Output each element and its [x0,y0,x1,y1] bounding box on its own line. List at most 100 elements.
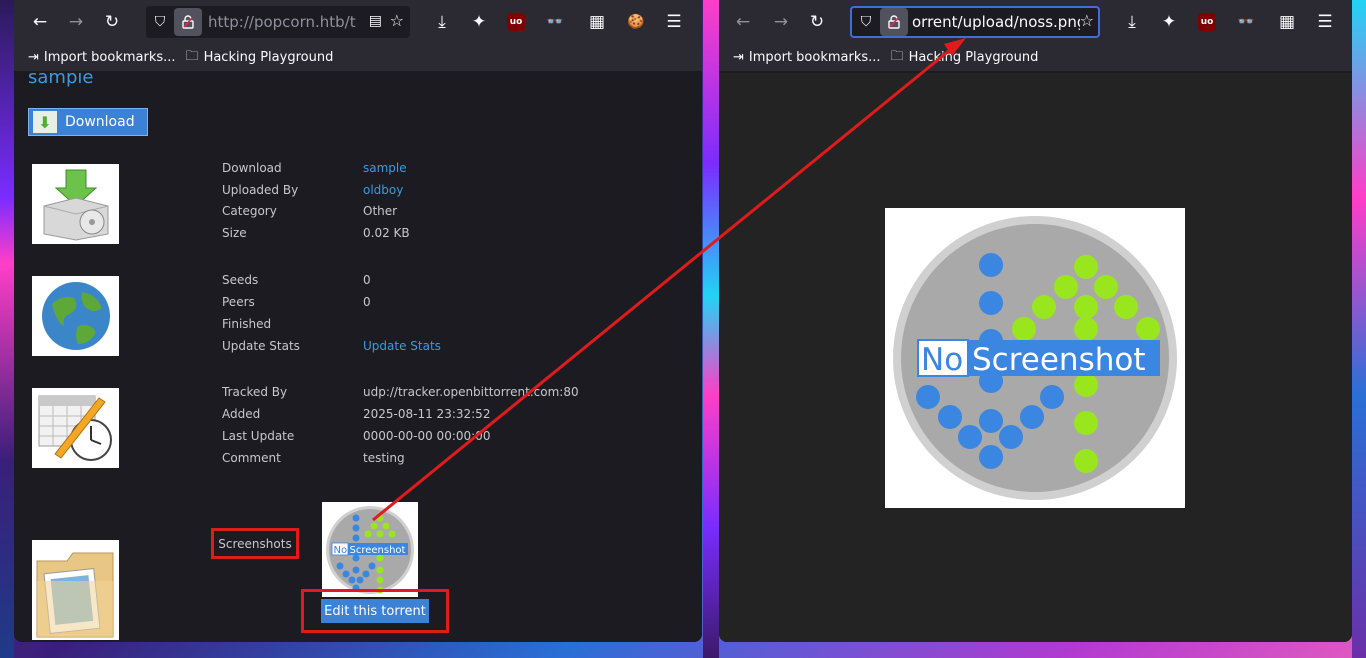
bookmark-label: Hacking Playground [908,50,1039,65]
browser-window-right: ← → ↻ ⛉ orrent/upload/noss.png ☆ ⤓ ✦ uo … [719,0,1352,642]
seeds-value: 0 [363,273,371,287]
download-icon: ⤓ [438,12,446,32]
no-text: No [334,545,348,556]
hamburger-menu-icon: ☰ [666,12,682,32]
extensions-button[interactable]: ✦ [1155,8,1183,36]
arrow-right-icon: → [773,12,789,32]
row-label-comment: Comment [222,451,281,465]
edit-button-highlight: Edit this torrent [301,589,449,633]
bookmark-label: Hacking Playground [203,50,334,65]
row-label-uploaded-by: Uploaded By [222,183,299,197]
forward-button[interactable]: → [767,8,795,36]
qr-code-button[interactable]: ▦ [1273,8,1301,36]
cookie-button[interactable]: 🍪 [622,8,650,36]
size-value: 0.02 KB [363,226,410,240]
bookmark-label: Import bookmarks... [43,50,176,65]
row-label-tracked-by: Tracked By [222,385,288,399]
screenshots-label: Screenshots [218,536,292,551]
row-label-update-stats: Update Stats [222,339,300,353]
download-button-label: Download [65,114,135,130]
puzzle-icon: ✦ [1161,12,1177,32]
bookmark-hacking-playground[interactable]: 🗀 Hacking Playground [186,47,334,69]
ublock-icon: uo [507,13,525,31]
comment-value: testing [363,451,405,465]
menu-button[interactable]: ☰ [1311,8,1339,36]
back-button[interactable]: ← [729,8,757,36]
page-title[interactable]: sample [28,73,93,88]
image-viewer: No Screenshot [719,73,1352,642]
last-update-value: 0000-00-00 00:00:00 [363,429,491,443]
peers-value: 0 [363,295,371,309]
glasses-icon: 👓 [546,14,564,30]
bookmarks-toolbar: ⇥ Import bookmarks... 🗀 Hacking Playgrou… [719,44,1352,72]
reader-view-icon[interactable]: ▤ [369,13,382,29]
reload-icon: ↻ [809,12,825,32]
category-value: Other [363,204,398,218]
qr-code-button[interactable]: ▦ [583,8,611,36]
added-value: 2025-08-11 23:32:52 [363,407,491,421]
downloads-button[interactable]: ⤓ [428,8,456,36]
no-screenshot-image[interactable]: No Screenshot [885,208,1185,508]
shield-icon[interactable]: ⛉ [852,8,880,36]
qr-code-icon: ▦ [1278,12,1296,32]
puzzle-icon: ✦ [471,12,487,32]
lock-icon[interactable] [880,8,908,36]
row-label-last-update: Last Update [222,429,295,443]
screenshot-text: Screenshot [350,545,406,556]
hamburger-menu-icon: ☰ [1317,12,1333,32]
screenshot-text: Screenshot [972,342,1146,378]
url-bar[interactable]: ⛉ http://popcorn.htb/t ▤ ☆ [146,6,410,38]
ublock-button[interactable]: uo [502,8,530,36]
cookie-icon: 🍪 [627,14,645,30]
bookmark-import[interactable]: ⇥ Import bookmarks... [733,50,881,65]
extensions-button[interactable]: ✦ [465,8,493,36]
globe-icon [32,276,119,356]
edit-torrent-button[interactable]: Edit this torrent [321,599,429,623]
url-bar[interactable]: ⛉ orrent/upload/noss.png ☆ [850,6,1100,38]
calendar-clock-icon [32,388,119,468]
toolbar: ← → ↻ ⛉ orrent/upload/noss.png ☆ ⤓ ✦ uo … [719,0,1352,44]
desktop-background-left [0,0,14,658]
url-text[interactable]: orrent/upload/noss.png [912,13,1086,31]
download-arrow-icon: ⬇ [33,111,57,133]
reload-button[interactable]: ↻ [98,8,126,36]
downloads-button[interactable]: ⤓ [1118,8,1146,36]
update-stats-link[interactable]: Update Stats [363,339,441,353]
uploader-link[interactable]: oldboy [363,183,403,197]
row-label-finished: Finished [222,317,272,331]
forward-button[interactable]: → [62,8,90,36]
qr-code-icon: ▦ [588,12,606,32]
import-icon: ⇥ [28,50,39,65]
extension-glasses-button[interactable]: 👓 [1232,8,1260,36]
extension-glasses-button[interactable]: 👓 [541,8,569,36]
screenshots-label-highlight: Screenshots [211,528,299,559]
screenshot-thumbnail[interactable]: No Screenshot [322,502,418,597]
shield-icon[interactable]: ⛉ [146,8,174,36]
row-label-seeds: Seeds [222,273,259,287]
bookmark-star-icon[interactable]: ☆ [1079,11,1094,30]
toolbar: ← → ↻ ⛉ http://popcorn.htb/t ▤ ☆ ⤓ ✦ uo … [14,0,702,44]
row-label-peers: Peers [222,295,255,309]
ublock-button[interactable]: uo [1193,8,1221,36]
url-text[interactable]: http://popcorn.htb/t [208,13,356,31]
arrow-left-icon: ← [32,12,48,32]
tracker-value: udp://tracker.openbittorrent.com:80 [363,385,579,399]
download-button[interactable]: ⬇ Download [28,108,148,136]
bookmark-star-icon[interactable]: ☆ [390,11,404,30]
folder-image-icon [32,540,119,640]
browser-window-left: ← → ↻ ⛉ http://popcorn.htb/t ▤ ☆ ⤓ ✦ uo … [14,0,702,642]
download-link[interactable]: sample [363,161,407,175]
reload-icon: ↻ [104,12,120,32]
reload-button[interactable]: ↻ [803,8,831,36]
menu-button[interactable]: ☰ [660,8,688,36]
row-label-category: Category [222,204,277,218]
bookmark-hacking-playground[interactable]: 🗀 Hacking Playground [891,47,1039,69]
lock-icon[interactable] [174,8,202,36]
package-icon [32,164,119,244]
arrow-left-icon: ← [735,12,751,32]
back-button[interactable]: ← [26,8,54,36]
no-text: No [921,342,963,378]
bookmark-import[interactable]: ⇥ Import bookmarks... [28,50,176,65]
row-label-size: Size [222,226,247,240]
bookmarks-toolbar: ⇥ Import bookmarks... 🗀 Hacking Playgrou… [14,44,702,72]
